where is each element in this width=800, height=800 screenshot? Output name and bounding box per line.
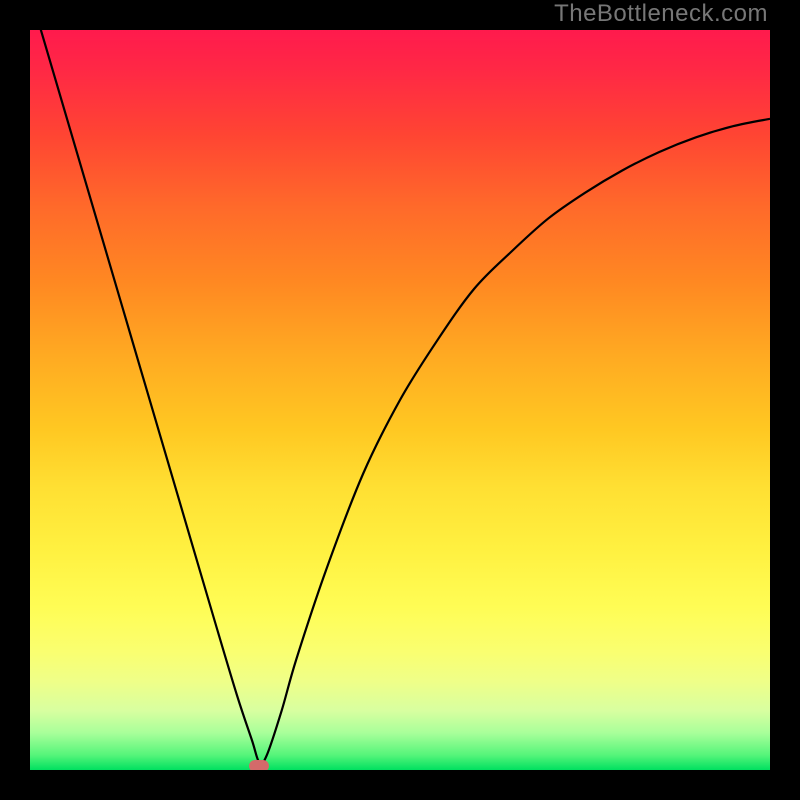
chart-frame: TheBottleneck.com [0,0,800,800]
curve-layer [30,30,770,770]
watermark-text: TheBottleneck.com [552,0,770,30]
bottleneck-curve [30,30,770,764]
optimum-marker [249,760,269,770]
plot-area [30,30,770,770]
